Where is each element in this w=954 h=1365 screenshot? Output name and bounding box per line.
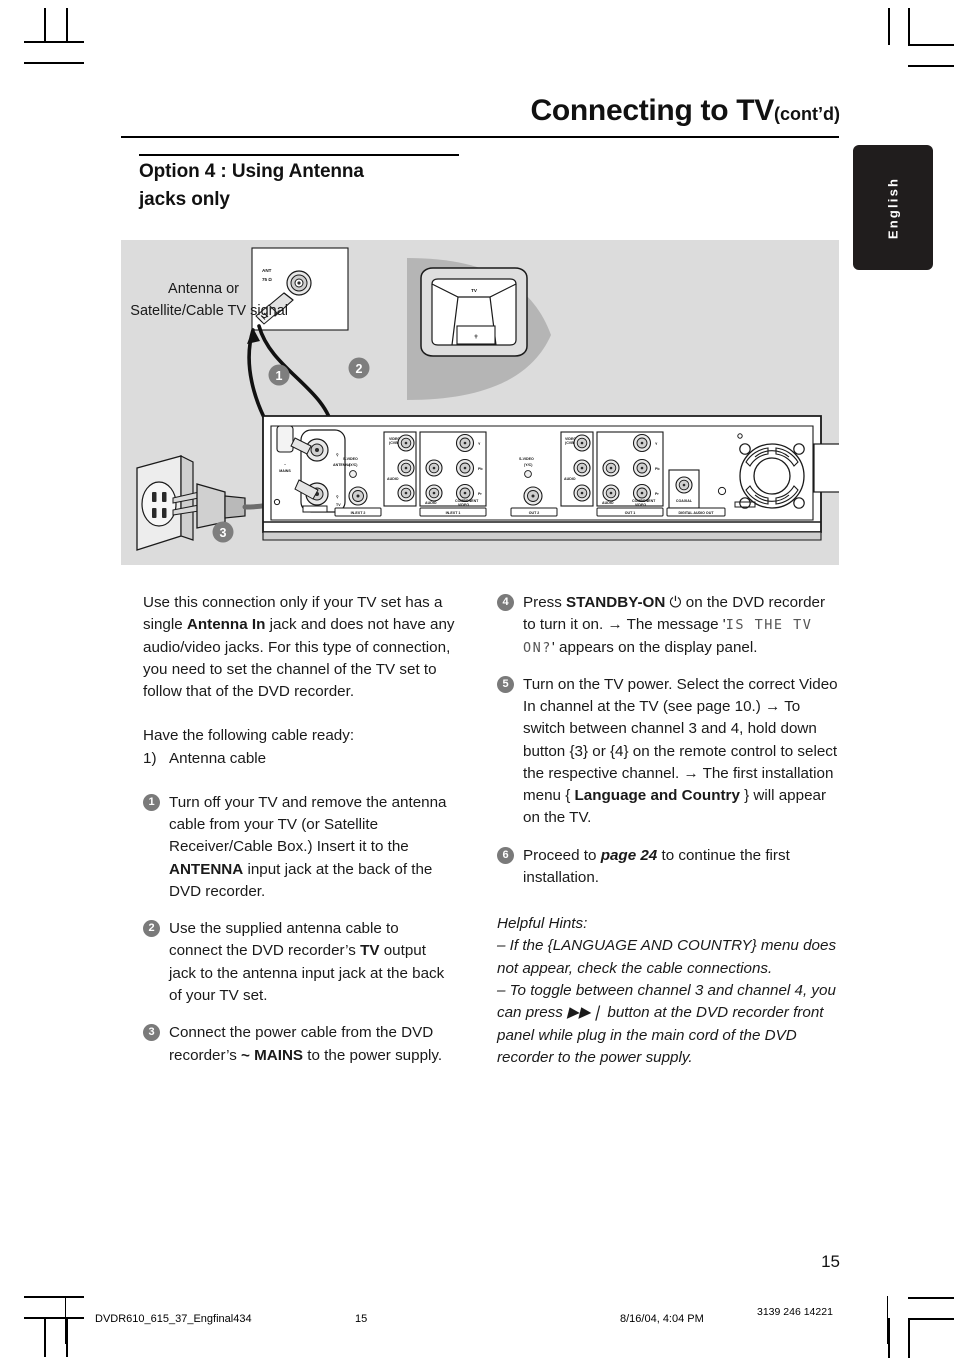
cable-ready-label: Have the following cable ready: bbox=[143, 727, 355, 745]
step-2-bullet: 2 bbox=[143, 920, 160, 938]
step-6-text: Proceed to page 24 to continue the first… bbox=[523, 846, 790, 886]
svg-text:AUDIO: AUDIO bbox=[602, 501, 614, 505]
footer-rule-left bbox=[65, 1296, 66, 1344]
svg-text:TV: TV bbox=[336, 503, 341, 507]
helpful-hint-1: – If the {LANGUAGE AND COUNTRY} menu doe… bbox=[497, 937, 837, 977]
svg-text:Pr: Pr bbox=[478, 492, 482, 496]
step-6-bullet: 6 bbox=[497, 846, 514, 864]
crop-mark-top-right-h1 bbox=[908, 44, 954, 46]
svg-text:⚲: ⚲ bbox=[336, 495, 339, 499]
svg-text:Pr: Pr bbox=[655, 492, 659, 496]
crop-mark-top-left-v2 bbox=[66, 8, 68, 42]
cable-list-number: 1) bbox=[143, 749, 157, 767]
svg-text:Pb: Pb bbox=[478, 467, 483, 471]
connection-diagram: .ln{fill:none;stroke:#1a1a1a;stroke-widt… bbox=[121, 240, 839, 565]
svg-text:AUDIO: AUDIO bbox=[564, 477, 576, 481]
svg-text:⚲: ⚲ bbox=[336, 453, 339, 457]
intro-paragraph: Use this connection only if your TV set … bbox=[143, 594, 455, 701]
svg-text:AUDIO: AUDIO bbox=[387, 477, 399, 481]
svg-text:~: ~ bbox=[284, 463, 286, 467]
section-heading-line1: Option 4 : Using Antenna bbox=[139, 161, 364, 182]
language-tab-english: English bbox=[853, 145, 933, 270]
step-3: 3 Connect the power cable from the DVD r… bbox=[143, 1022, 455, 1067]
crop-mark-top-right-h2 bbox=[908, 65, 954, 67]
svg-text:S-VIDEO: S-VIDEO bbox=[519, 457, 534, 461]
right-text-column: 4 Press STANDBY-ON ⏻ on the DVD recorder… bbox=[497, 592, 839, 1069]
step-1-bullet: 1 bbox=[143, 793, 160, 811]
cable-list-item: 1) Antenna cable bbox=[143, 748, 455, 770]
page-title: Connecting to TV(cont’d) bbox=[120, 94, 841, 127]
crop-mark-bottom-left-h1 bbox=[24, 1296, 84, 1298]
svg-text:1: 1 bbox=[276, 369, 283, 383]
crop-mark-top-left-h2 bbox=[24, 62, 84, 64]
crop-mark-bottom-right-v1 bbox=[888, 1318, 890, 1358]
svg-text:OUT 1: OUT 1 bbox=[625, 511, 636, 515]
svg-text:(Y/C): (Y/C) bbox=[524, 463, 533, 467]
svg-text:AUDIO: AUDIO bbox=[425, 501, 437, 505]
svg-text:Satellite/Cable TV signal: Satellite/Cable TV signal bbox=[130, 303, 288, 319]
footer-doc-code: 3139 246 14221 bbox=[757, 1306, 833, 1318]
svg-text:OUT 2: OUT 2 bbox=[529, 511, 540, 515]
crop-mark-bottom-left-v2 bbox=[66, 1317, 68, 1357]
step-6: 6 Proceed to page 24 to continue the fir… bbox=[497, 845, 839, 890]
svg-text:ANT: ANT bbox=[262, 268, 272, 273]
step-2-text: Use the supplied antenna cable to connec… bbox=[169, 920, 445, 1004]
section-heading: Option 4 : Using Antenna jacks only bbox=[139, 158, 479, 213]
page-title-contd: (cont’d) bbox=[774, 104, 840, 124]
crop-mark-top-left-h1 bbox=[24, 41, 84, 43]
footer-rule-right bbox=[887, 1296, 888, 1344]
footer-file-name: DVDR610_615_37_Engfinal434 bbox=[95, 1313, 252, 1325]
section-heading-rule bbox=[139, 154, 459, 156]
svg-text:IN-EXT 1: IN-EXT 1 bbox=[446, 511, 461, 515]
helpful-hint-2: – To toggle between channel 3 and channe… bbox=[497, 981, 836, 1066]
step-2: 2 Use the supplied antenna cable to conn… bbox=[143, 918, 455, 1007]
section-heading-line2: jacks only bbox=[139, 188, 230, 210]
svg-text:MAINS: MAINS bbox=[279, 469, 291, 473]
svg-text:IN-EXT 2: IN-EXT 2 bbox=[351, 511, 366, 515]
crop-mark-bottom-left-h2 bbox=[24, 1317, 84, 1319]
helpful-hints-title: Helpful Hints: bbox=[497, 915, 588, 933]
helpful-hints: Helpful Hints: – If the {LANGUAGE AND CO… bbox=[497, 913, 839, 1069]
step-5: 5 Turn on the TV power. Select the corre… bbox=[497, 674, 839, 830]
crop-mark-top-right-v2 bbox=[908, 8, 910, 45]
crop-mark-top-left-v1 bbox=[44, 8, 46, 42]
svg-text:Pb: Pb bbox=[655, 467, 660, 471]
svg-text:3: 3 bbox=[220, 526, 227, 540]
step-4-bullet: 4 bbox=[497, 594, 514, 611]
language-tab-label: English bbox=[885, 176, 901, 239]
step-1: 1 Turn off your TV and remove the antenn… bbox=[143, 792, 455, 903]
crop-mark-bottom-right-h2 bbox=[908, 1318, 954, 1320]
svg-text:VIDEO: VIDEO bbox=[458, 503, 469, 507]
crop-mark-bottom-right-h1 bbox=[908, 1297, 954, 1299]
svg-text:COAXIAL: COAXIAL bbox=[676, 499, 693, 503]
crop-mark-bottom-right-v2 bbox=[908, 1318, 910, 1358]
step-3-text: Connect the power cable from the DVD rec… bbox=[169, 1024, 443, 1064]
cable-list-label: Antenna cable bbox=[169, 749, 267, 767]
step-3-bullet: 3 bbox=[143, 1024, 160, 1042]
svg-text:TV: TV bbox=[471, 288, 478, 293]
svg-text:DIGITAL AUDIO OUT: DIGITAL AUDIO OUT bbox=[678, 511, 714, 515]
svg-text:(Y/C): (Y/C) bbox=[349, 463, 358, 467]
page-title-text: Connecting to TV bbox=[530, 94, 775, 127]
step-4: 4 Press STANDBY-ON ⏻ on the DVD recorder… bbox=[497, 592, 839, 659]
svg-text:S-VIDEO: S-VIDEO bbox=[343, 457, 358, 461]
left-text-column: Use this connection only if your TV set … bbox=[143, 592, 455, 1082]
crop-mark-top-right-v1 bbox=[888, 8, 890, 45]
svg-text:2: 2 bbox=[356, 362, 363, 376]
svg-text:VIDEO: VIDEO bbox=[635, 503, 646, 507]
footer-page-number: 15 bbox=[355, 1313, 368, 1325]
step-1-text: Turn off your TV and remove the antenna … bbox=[169, 793, 447, 900]
page-number: 15 bbox=[821, 1252, 840, 1271]
svg-text:75 Ω: 75 Ω bbox=[262, 277, 272, 282]
header-divider bbox=[121, 136, 839, 138]
crop-mark-bottom-left-v1 bbox=[44, 1317, 46, 1357]
step-5-bullet: 5 bbox=[497, 675, 514, 693]
footer-date: 8/16/04, 4:04 PM bbox=[620, 1313, 704, 1325]
svg-text:Antenna or: Antenna or bbox=[168, 281, 239, 297]
